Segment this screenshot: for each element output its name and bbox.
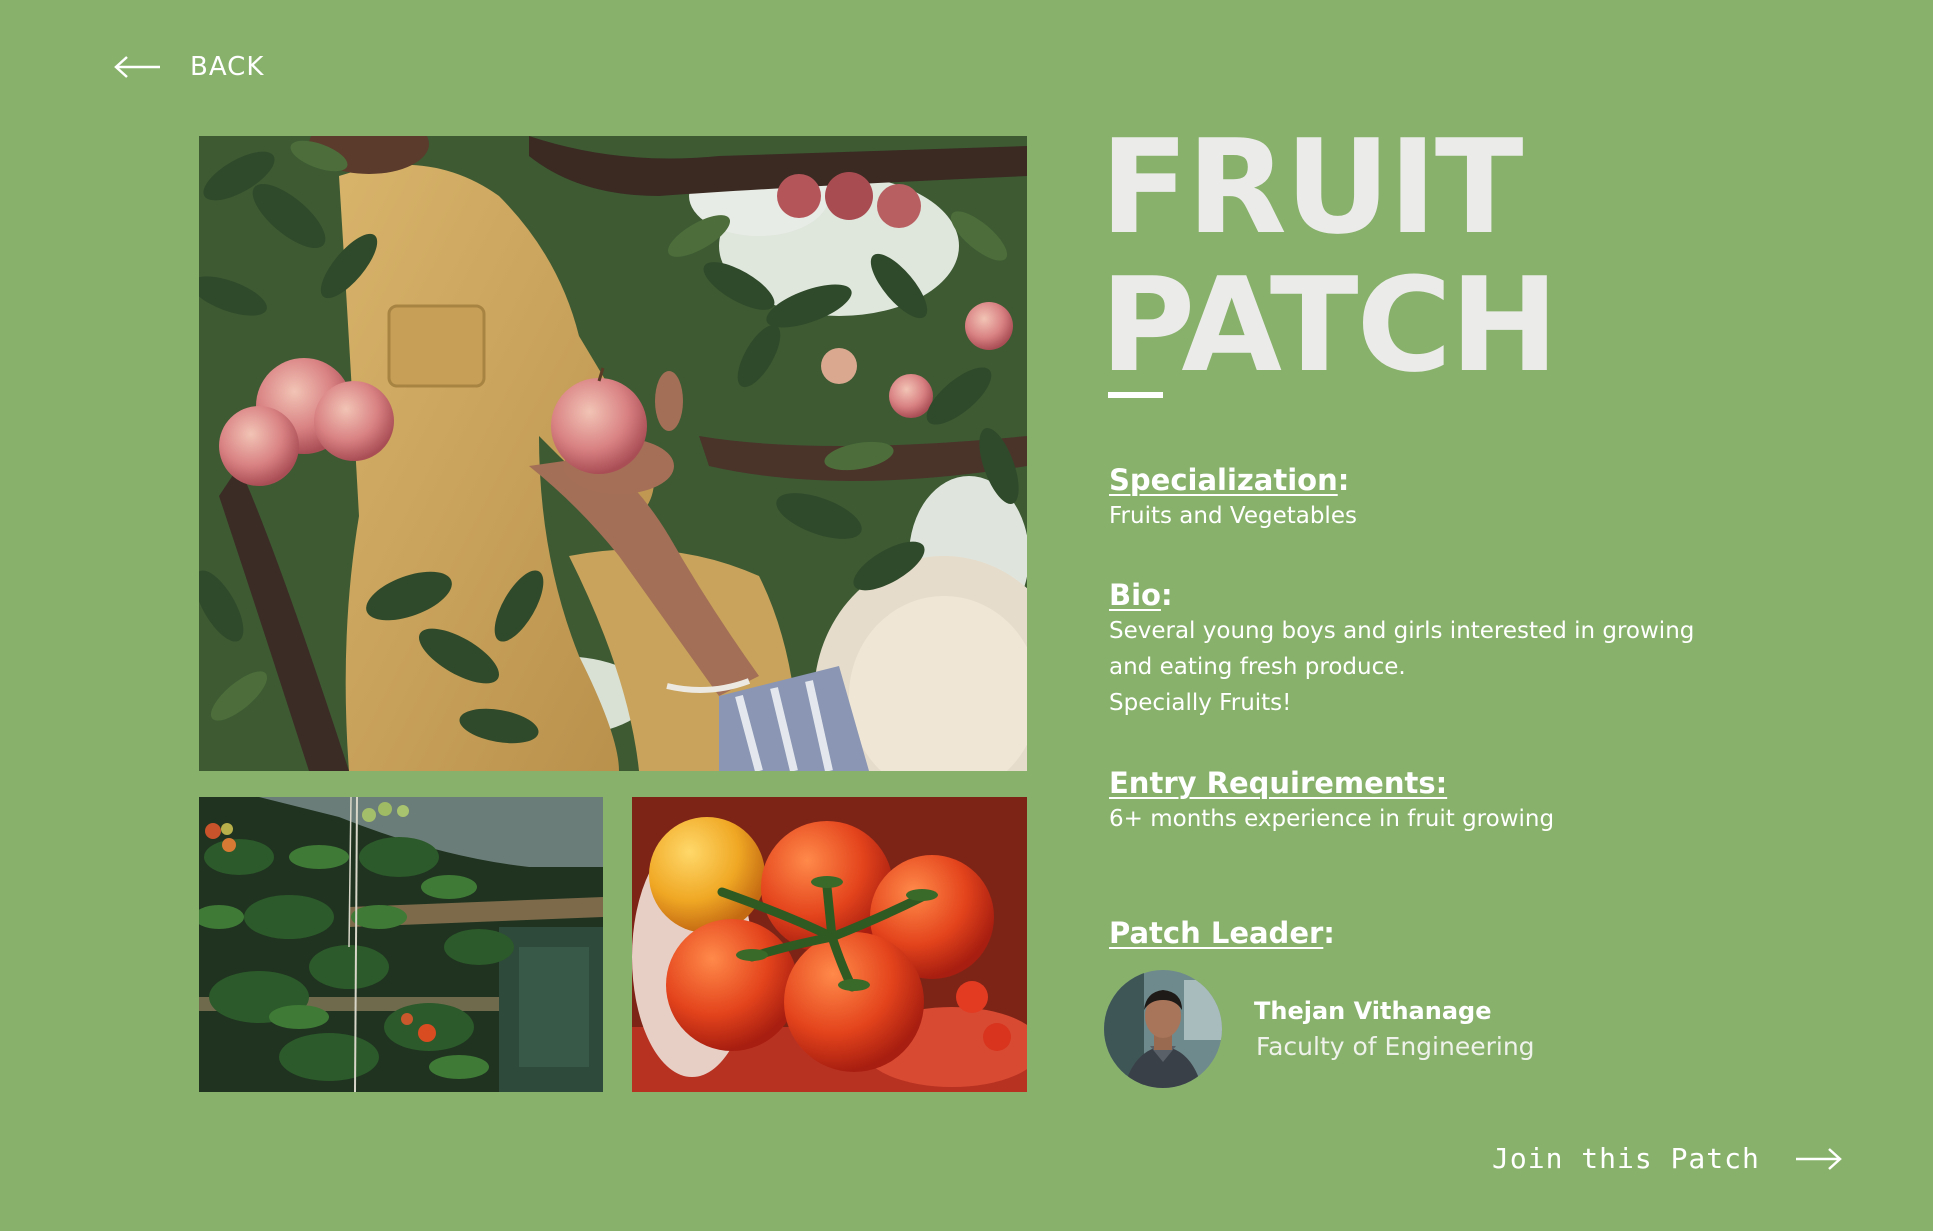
leader-name: Thejan Vithanage [1254, 997, 1492, 1025]
bio-section: Bio: Several young boys and girls intere… [1109, 577, 1809, 721]
patch-leader-card[interactable]: Thejan Vithanage Faculty of Engineering [1104, 970, 1535, 1088]
apple-picking-photo [199, 136, 1027, 771]
bio-heading: Bio: [1109, 578, 1173, 612]
leader-faculty: Faculty of Engineering [1256, 1032, 1535, 1061]
specialization-section: Specialization: Fruits and Vegetables [1109, 462, 1809, 534]
patch-leader-section: Patch Leader: [1109, 915, 1809, 951]
specialization-value: Fruits and Vegetables [1109, 503, 1357, 529]
entry-requirements-heading: Entry Requirements: [1109, 766, 1448, 800]
bio-line: Several young boys and girls interested … [1109, 618, 1695, 644]
join-patch-button[interactable]: Join this Patch [1492, 1142, 1842, 1175]
arrow-right-icon [1794, 1147, 1842, 1171]
arrow-left-icon [114, 55, 162, 79]
patch-leader-heading: Patch Leader: [1109, 916, 1335, 950]
title-line-2: PATCH [1100, 249, 1559, 401]
back-label: BACK [190, 52, 265, 82]
back-button[interactable]: BACK [114, 52, 264, 82]
bio-line: Specially Fruits! [1109, 690, 1292, 716]
entry-requirements-value: 6+ months experience in fruit growing [1109, 806, 1555, 832]
title-underline-rule [1108, 392, 1163, 398]
page-title: FRUIT PATCH [1100, 111, 1559, 401]
tomatoes-on-vine-photo [632, 797, 1027, 1092]
specialization-heading: Specialization: [1109, 463, 1350, 497]
avatar[interactable] [1104, 970, 1222, 1088]
title-line-1: FRUIT [1100, 111, 1524, 263]
greenhouse-tomato-plants-photo [199, 797, 603, 1092]
entry-requirements-section: Entry Requirements: 6+ months experience… [1109, 765, 1809, 837]
bio-line: and eating fresh produce. [1109, 654, 1406, 680]
join-patch-label: Join this Patch [1492, 1142, 1760, 1175]
